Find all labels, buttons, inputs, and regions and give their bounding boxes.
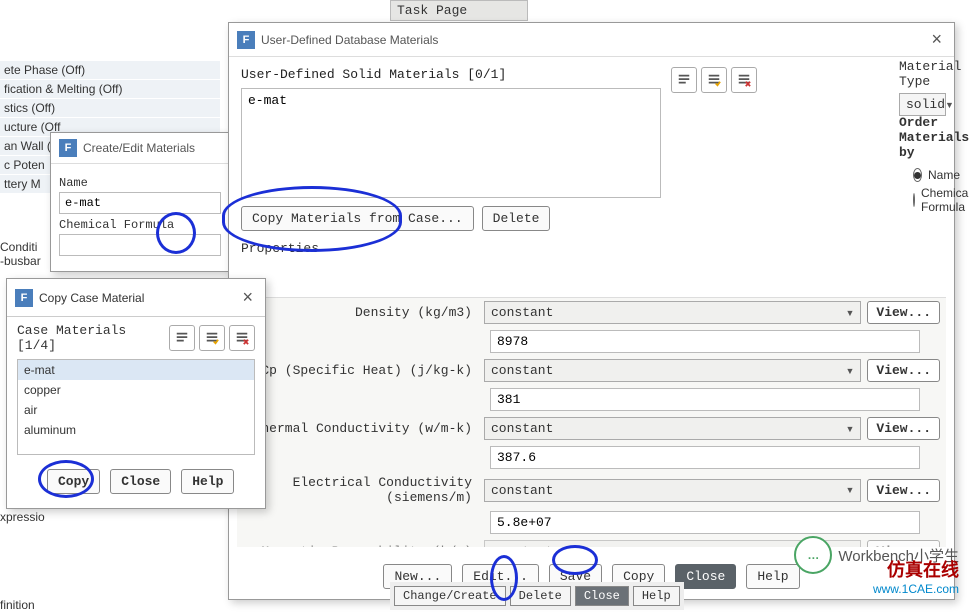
case-materials-label: Case Materials [1/4] <box>17 323 163 353</box>
radio-label: Name <box>928 168 960 182</box>
close-icon[interactable]: × <box>927 29 946 50</box>
list-item[interactable]: aluminum <box>18 420 254 440</box>
dropdown-value: constant <box>491 305 845 320</box>
list-filter-icon[interactable] <box>169 325 195 351</box>
chemical-formula-label: Chemical Formula <box>59 218 221 232</box>
radio-icon <box>913 193 915 207</box>
fluent-icon: F <box>59 139 77 157</box>
help-button[interactable]: Help <box>746 564 799 589</box>
material-type-dropdown[interactable]: solid ▼ <box>899 93 946 116</box>
close-icon[interactable]: × <box>238 287 257 308</box>
bottom-toolbar: Change/Create Delete Close Help <box>390 582 684 610</box>
create-edit-materials-dialog: F Create/Edit Materials Name Chemical Fo… <box>50 132 230 272</box>
select-all-icon[interactable] <box>701 67 727 93</box>
change-create-button[interactable]: Change/Create <box>394 586 506 606</box>
watermark-url: www.1CAE.com <box>873 582 959 596</box>
dropdown-value: constant <box>491 483 845 498</box>
material-type-label: Material Type <box>899 59 946 89</box>
dialog-title: User-Defined Database Materials <box>261 33 438 47</box>
order-by-name-radio[interactable]: Name <box>913 168 946 182</box>
radio-label: Chemical Formula <box>921 186 969 214</box>
deselect-all-icon[interactable] <box>229 325 255 351</box>
fluent-icon: F <box>237 31 255 49</box>
order-by-label: Order Materials by <box>899 115 946 160</box>
property-label-cp: Cp (Specific Heat) (j/kg-k) <box>243 363 478 378</box>
material-type-value: solid <box>906 97 945 112</box>
materials-listbox[interactable] <box>241 88 661 198</box>
delete-button[interactable]: Delete <box>482 206 551 231</box>
tree-fragment: -busbar <box>0 254 41 268</box>
watermark-footer: 仿真在线 www.1CAE.com <box>873 556 959 596</box>
eleccond-method-dropdown[interactable]: constant▼ <box>484 479 861 502</box>
view-button[interactable]: View... <box>867 479 940 502</box>
properties-label: Properties <box>241 241 942 256</box>
close-button[interactable]: Close <box>675 564 736 589</box>
cp-method-dropdown[interactable]: constant▼ <box>484 359 861 382</box>
view-button[interactable]: View... <box>867 301 940 324</box>
thermcond-value-input[interactable] <box>490 446 920 469</box>
order-materials-by-group: Order Materials by Name Chemical Formula <box>899 115 946 218</box>
dialog-title: Copy Case Material <box>39 291 144 305</box>
name-input[interactable] <box>59 192 221 214</box>
property-label-magperm: Magnetic Permeability (h/m) <box>243 544 478 547</box>
list-item[interactable]: copper <box>18 380 254 400</box>
case-materials-list[interactable]: e-mat copper air aluminum <box>17 359 255 455</box>
eleccond-value-input[interactable] <box>490 511 920 534</box>
close-button[interactable]: Close <box>110 469 171 494</box>
list-item[interactable]: air <box>18 400 254 420</box>
view-button[interactable]: View... <box>867 417 940 440</box>
close-button[interactable]: Close <box>575 586 629 606</box>
list-item[interactable]: e-mat <box>18 360 254 380</box>
list-filter-icon[interactable] <box>671 67 697 93</box>
density-value-input[interactable] <box>490 330 920 353</box>
fluent-icon: F <box>15 289 33 307</box>
chemical-formula-input[interactable] <box>59 234 221 256</box>
tree-item[interactable]: stics (Off) <box>0 99 220 117</box>
chevron-down-icon: ▼ <box>945 100 954 110</box>
user-defined-database-materials-dialog: F User-Defined Database Materials × User… <box>228 22 955 600</box>
watermark-brand: 仿真在线 <box>873 556 959 582</box>
dropdown-value: constant <box>491 544 845 547</box>
watermark-icon <box>794 536 832 574</box>
copy-materials-from-case-button[interactable]: Copy Materials from Case... <box>241 206 474 231</box>
thermcond-method-dropdown[interactable]: constant▼ <box>484 417 861 440</box>
property-label-thermcond: Thermal Conductivity (w/m-k) <box>243 421 478 436</box>
tree-fragment: xpressio <box>0 510 45 524</box>
properties-panel: Density (kg/m3) constant▼ View... Cp (Sp… <box>237 297 946 547</box>
help-button[interactable]: Help <box>181 469 234 494</box>
chevron-down-icon: ▼ <box>845 308 854 318</box>
copy-case-material-dialog: F Copy Case Material × Case Materials [1… <box>6 278 266 509</box>
tree-item[interactable]: fication & Melting (Off) <box>0 80 220 98</box>
density-method-dropdown[interactable]: constant▼ <box>484 301 861 324</box>
order-by-formula-radio[interactable]: Chemical Formula <box>913 186 946 214</box>
chevron-down-icon: ▼ <box>845 366 854 376</box>
dialog-title: Create/Edit Materials <box>83 141 195 155</box>
materials-list-label: User-Defined Solid Materials [0/1] <box>241 67 661 82</box>
list-empty-space <box>18 440 254 454</box>
copy-button[interactable]: Copy <box>47 469 100 494</box>
delete-button[interactable]: Delete <box>510 586 571 606</box>
chevron-down-icon: ▼ <box>845 424 854 434</box>
property-label-density: Density (kg/m3) <box>243 305 478 320</box>
task-page-tab[interactable]: Task Page <box>390 0 528 21</box>
select-all-icon[interactable] <box>199 325 225 351</box>
deselect-all-icon[interactable] <box>731 67 757 93</box>
chevron-down-icon: ▼ <box>845 485 854 495</box>
help-button[interactable]: Help <box>633 586 680 606</box>
view-button[interactable]: View... <box>867 359 940 382</box>
cp-value-input[interactable] <box>490 388 920 411</box>
materials-filter-input[interactable] <box>242 89 660 112</box>
tree-fragment: Conditi <box>0 240 41 254</box>
dropdown-value: constant <box>491 363 845 378</box>
property-label-eleccond: Electrical Conductivity (siemens/m) <box>243 475 478 505</box>
radio-icon <box>913 168 922 182</box>
dropdown-value: constant <box>491 421 845 436</box>
tree-item[interactable]: ete Phase (Off) <box>0 61 220 79</box>
name-label: Name <box>59 176 221 190</box>
